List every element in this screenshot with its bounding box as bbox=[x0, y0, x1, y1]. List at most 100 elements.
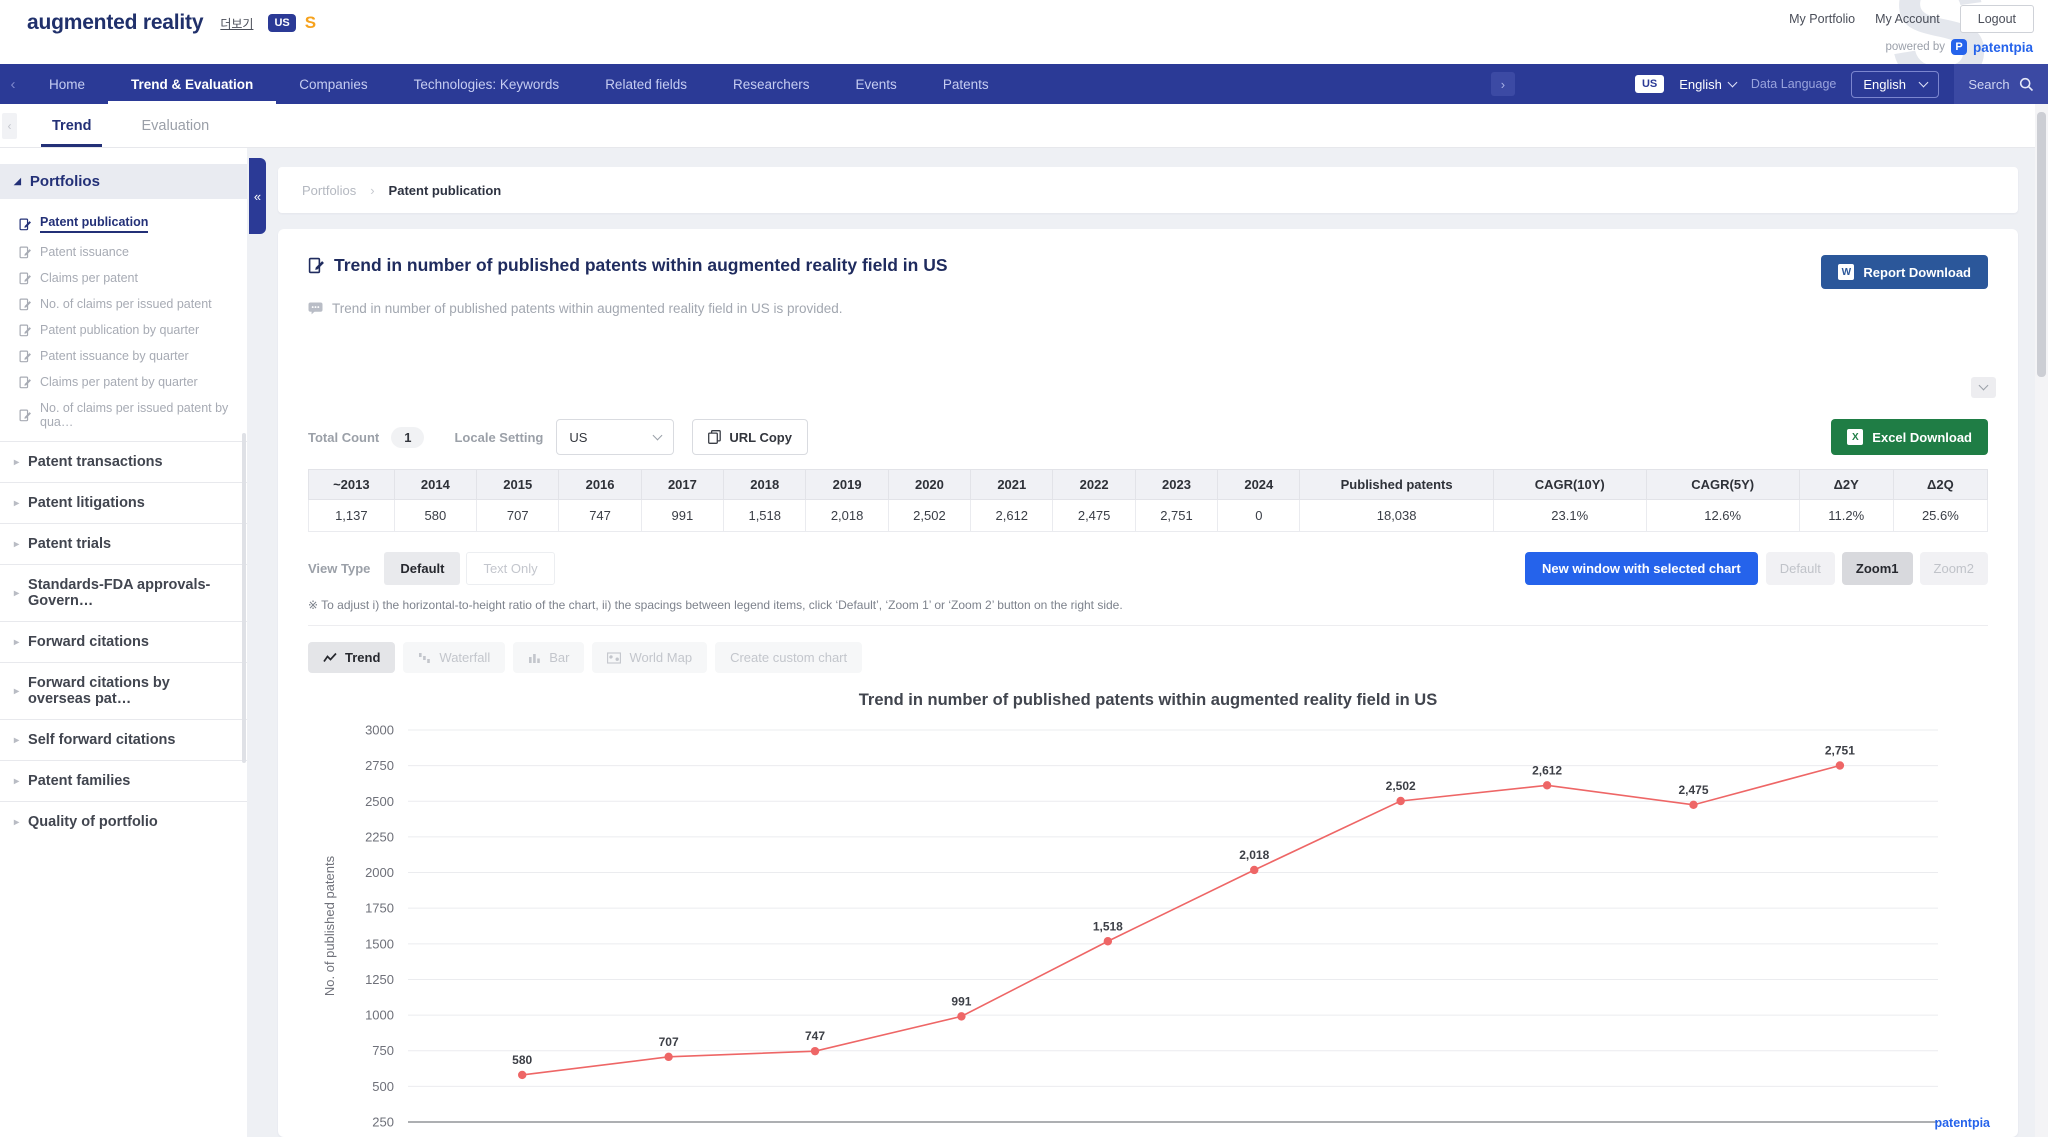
nav-item-events[interactable]: Events bbox=[833, 64, 920, 104]
sidebar-item-claims-per-patent-by-quarter[interactable]: Claims per patent by quarter bbox=[19, 369, 241, 395]
table-col-cagr-5y: CAGR(5Y) bbox=[1645, 469, 1800, 500]
collapse-panel-button[interactable] bbox=[1971, 377, 1996, 398]
breadcrumb-separator-icon: › bbox=[370, 182, 375, 198]
chart-tab-trend[interactable]: Trend bbox=[308, 642, 396, 673]
sidebar-item-label: No. of claims per issued patent bbox=[40, 297, 212, 311]
sidebar-group-patent-litigations[interactable]: ▸ Patent litigations bbox=[0, 482, 247, 523]
ui-language-dropdown[interactable]: English bbox=[1679, 76, 1738, 92]
sidebar-scrollbar[interactable] bbox=[242, 433, 246, 763]
caret-right-icon: ▸ bbox=[14, 734, 20, 746]
logout-button[interactable]: Logout bbox=[1959, 5, 2034, 33]
chart-tab-bar[interactable]: Bar bbox=[513, 642, 585, 673]
sidebar-group-standards-fda-approvals-govern[interactable]: ▸ Standards-FDA approvals-Govern… bbox=[0, 564, 247, 621]
sidebar-item-no-of-claims-per-issued-patent-by-qua[interactable]: No. of claims per issued patent by qua… bbox=[19, 395, 241, 435]
chart-tab-create-custom-chart[interactable]: Create custom chart bbox=[715, 642, 863, 673]
svg-text:500: 500 bbox=[372, 1079, 394, 1094]
view-type-text-only-button[interactable]: Text Only bbox=[466, 552, 555, 585]
locale-select[interactable]: US bbox=[556, 419, 675, 455]
document-edit-icon bbox=[19, 218, 32, 231]
trend-line-chart[interactable]: 250 500 750 1000 1250 1500 1750 2000 2250 2500 275… bbox=[308, 714, 1988, 1137]
sidebar-group-patent-families[interactable]: ▸ Patent families bbox=[0, 760, 247, 801]
tab-evaluation[interactable]: Evaluation bbox=[116, 104, 234, 147]
page-description-text: Trend in number of published patents wit… bbox=[332, 301, 843, 316]
my-account-link[interactable]: My Account bbox=[1875, 12, 1940, 26]
view-type-default-button[interactable]: Default bbox=[384, 552, 461, 585]
nav-item-related-fields[interactable]: Related fields bbox=[582, 64, 710, 104]
patentpia-footer-link[interactable]: patentpia bbox=[1934, 1116, 1990, 1130]
subtab-back-icon[interactable]: ‹ bbox=[2, 112, 17, 139]
chart-tab-label: Bar bbox=[549, 650, 570, 665]
more-link[interactable]: 더보기 bbox=[220, 15, 253, 32]
nav-item-patents[interactable]: Patents bbox=[920, 64, 1012, 104]
page-description: Trend in number of published patents wit… bbox=[308, 301, 1988, 316]
view-type-label: View Type bbox=[308, 561, 371, 576]
sidebar-collapse-button[interactable]: « bbox=[249, 158, 266, 234]
url-copy-label: URL Copy bbox=[729, 429, 792, 445]
sidebar-item-claims-per-patent[interactable]: Claims per patent bbox=[19, 265, 241, 291]
url-copy-button[interactable]: URL Copy bbox=[692, 419, 808, 455]
controls-row: Total Count 1 Locale Setting US URL Copy… bbox=[308, 419, 1988, 455]
patentpia-app: S augmented reality 더보기 US S My Portfoli… bbox=[0, 0, 2048, 1137]
main-nav: ‹ Home Trend & Evaluation Companies Technol… bbox=[0, 64, 2048, 104]
chart-tab-world-map[interactable]: World Map bbox=[592, 642, 708, 673]
nav-forward-icon[interactable]: › bbox=[1490, 72, 1515, 96]
table-cell-2019: 2,018 bbox=[805, 499, 889, 532]
sidebar-group-quality-of-portfolio[interactable]: ▸ Quality of portfolio bbox=[0, 801, 247, 842]
table-cell-2y: 11.2% bbox=[1798, 499, 1894, 532]
sidebar-item-patent-publication[interactable]: Patent publication bbox=[19, 209, 241, 239]
nav-item-trend-evaluation[interactable]: Trend & Evaluation bbox=[108, 64, 277, 104]
sidebar-group-forward-citations-by-overseas-pat[interactable]: ▸ Forward citations by overseas pat… bbox=[0, 662, 247, 719]
chevron-down-icon bbox=[652, 430, 663, 440]
grade-badge: S bbox=[304, 13, 317, 32]
sidebar-item-label: Patent issuance by quarter bbox=[40, 349, 189, 363]
nav-back-icon[interactable]: ‹ bbox=[0, 64, 26, 104]
svg-text:2,018: 2,018 bbox=[1239, 848, 1269, 862]
excel-download-button[interactable]: X Excel Download bbox=[1831, 419, 1988, 455]
chart-tab-waterfall[interactable]: Waterfall bbox=[403, 642, 506, 673]
new-window-button[interactable]: New window with selected chart bbox=[1525, 552, 1758, 585]
zoom-default-button[interactable]: Default bbox=[1765, 552, 1835, 585]
sidebar: ◢ Portfolios Patent publication Patent is… bbox=[0, 148, 247, 1137]
search-box[interactable]: Search bbox=[1954, 64, 2048, 104]
card-header: Trend in number of published patents wit… bbox=[308, 255, 1996, 419]
data-language-select[interactable]: English bbox=[1851, 70, 1939, 98]
sidebar-group-self-forward-citations[interactable]: ▸ Self forward citations bbox=[0, 719, 247, 760]
page-title: Trend in number of published patents wit… bbox=[308, 255, 948, 276]
sidebar-item-patent-issuance[interactable]: Patent issuance bbox=[19, 239, 241, 265]
sidebar-item-no-of-claims-per-issued-patent[interactable]: No. of claims per issued patent bbox=[19, 291, 241, 317]
svg-text:No. of published patents: No. of published patents bbox=[322, 855, 337, 996]
sidebar-group-patent-trials[interactable]: ▸ Patent trials bbox=[0, 523, 247, 564]
sidebar-item-patent-publication-by-quarter[interactable]: Patent publication by quarter bbox=[19, 317, 241, 343]
table-col-2q: Δ2Q bbox=[1892, 469, 1989, 500]
document-edit-icon bbox=[19, 350, 32, 363]
portfolio-name-title: augmented reality bbox=[27, 11, 204, 34]
patentpia-logo-icon: P bbox=[1950, 39, 1967, 55]
zoom-zoom1-button[interactable]: Zoom1 bbox=[1841, 552, 1913, 585]
sidebar-group-patent-transactions[interactable]: ▸ Patent transactions bbox=[0, 441, 247, 482]
ui-language-label: English bbox=[1679, 76, 1722, 92]
sidebar-item-patent-issuance-by-quarter[interactable]: Patent issuance by quarter bbox=[19, 343, 241, 369]
breadcrumb-portfolios[interactable]: Portfolios bbox=[302, 183, 356, 198]
table-col-cagr-10y: CAGR(10Y) bbox=[1492, 469, 1647, 500]
nav-item-companies[interactable]: Companies bbox=[276, 64, 390, 104]
nav-item-home[interactable]: Home bbox=[26, 64, 108, 104]
tab-trend[interactable]: Trend bbox=[27, 104, 116, 147]
page-scrollbar-thumb[interactable] bbox=[2037, 112, 2046, 377]
page-scrollbar[interactable] bbox=[2035, 104, 2048, 1137]
locale-select-value: US bbox=[569, 429, 588, 445]
svg-text:1500: 1500 bbox=[365, 936, 394, 951]
sidebar-group-label: Patent trials bbox=[28, 536, 112, 552]
document-edit-icon bbox=[19, 409, 32, 422]
zoom-zoom2-button[interactable]: Zoom2 bbox=[1919, 552, 1988, 585]
nav-item-researchers[interactable]: Researchers bbox=[710, 64, 833, 104]
sidebar-group-forward-citations[interactable]: ▸ Forward citations bbox=[0, 621, 247, 662]
report-download-button[interactable]: W Report Download bbox=[1821, 255, 1988, 289]
my-portfolio-link[interactable]: My Portfolio bbox=[1789, 12, 1855, 26]
nav-item-technologies-keywords[interactable]: Technologies: Keywords bbox=[391, 64, 583, 104]
locale-setting-label: Locale Setting bbox=[454, 429, 544, 445]
total-count-value: 1 bbox=[391, 426, 425, 448]
sidebar-section-portfolios[interactable]: ◢ Portfolios bbox=[0, 164, 247, 199]
chart-tab-label: World Map bbox=[629, 650, 693, 665]
nav-country-badge[interactable]: US bbox=[1634, 75, 1665, 93]
svg-text:747: 747 bbox=[805, 1029, 825, 1043]
